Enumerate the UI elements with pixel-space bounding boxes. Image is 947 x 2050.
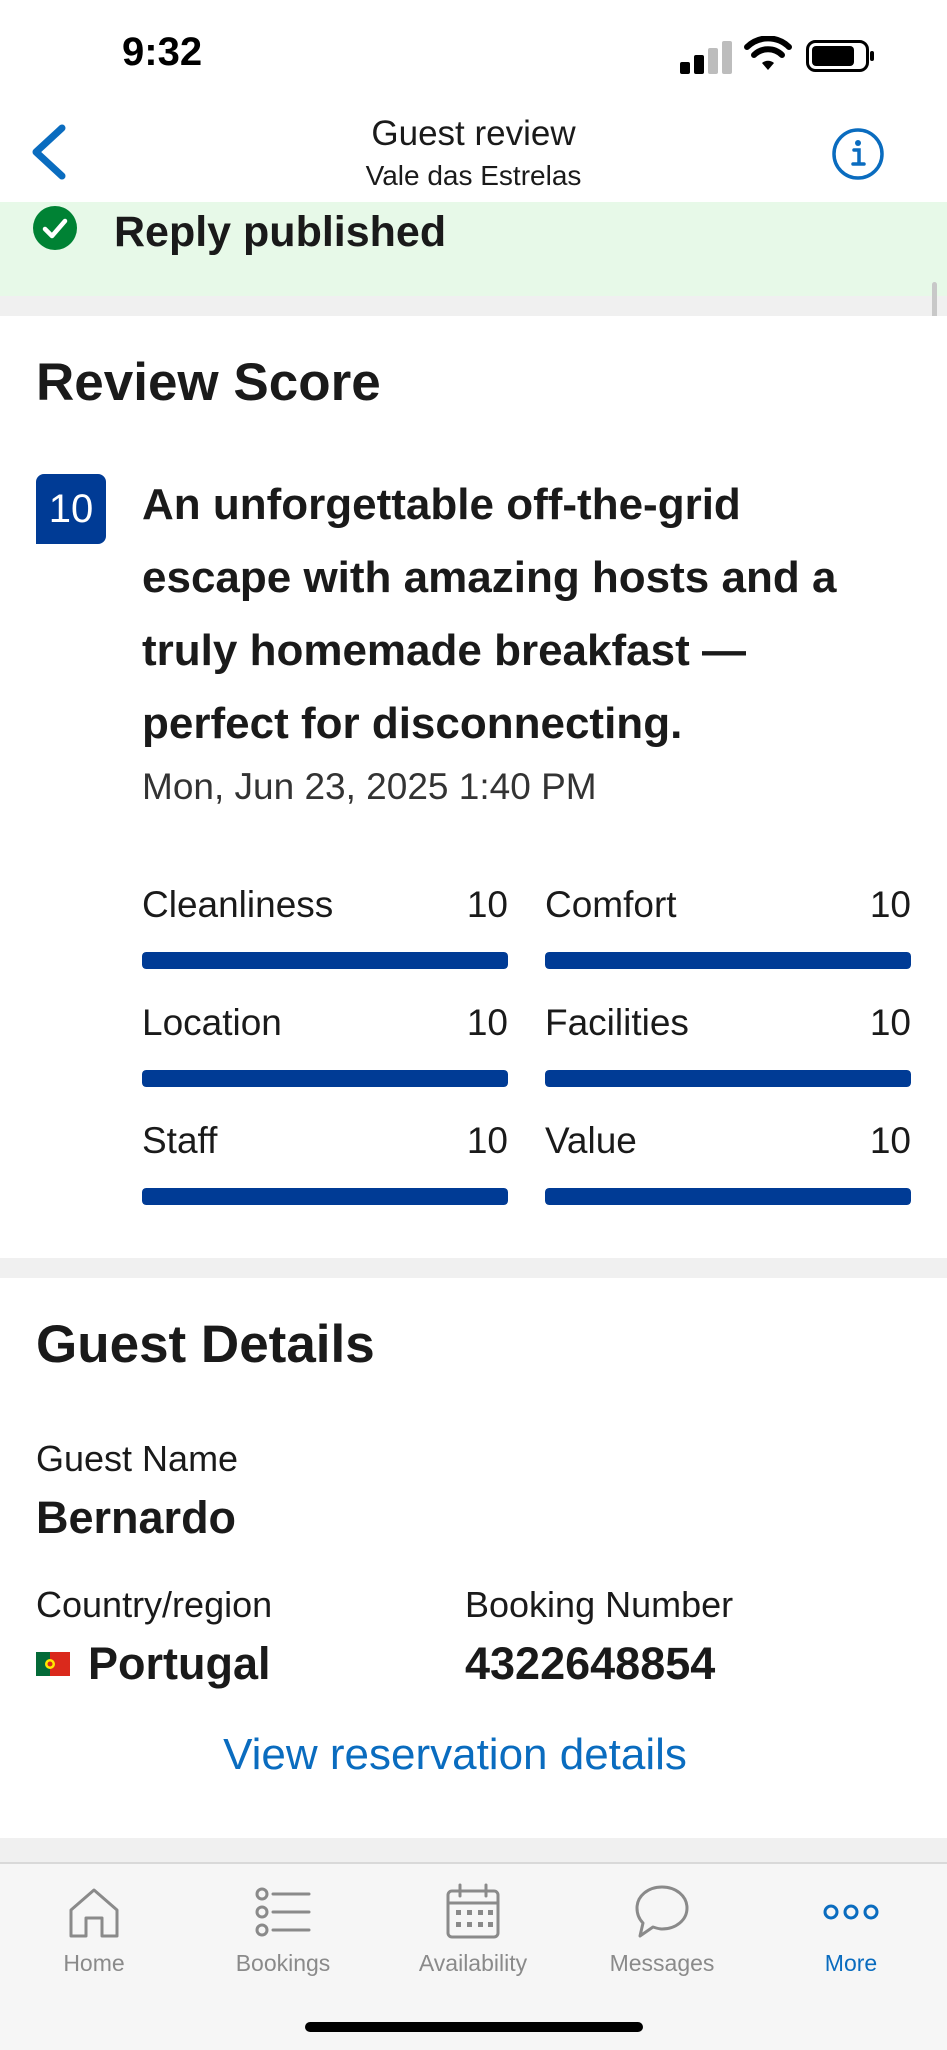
booking-number: 4322648854 <box>465 1638 716 1689</box>
booking-number-label: Booking Number <box>465 1584 734 1625</box>
view-reservation-details-link[interactable]: View reservation details <box>0 1730 910 1780</box>
score-badge: 10 <box>36 474 106 544</box>
reply-published-banner: Reply published <box>0 202 947 296</box>
subscore-label: Value <box>545 1120 637 1161</box>
subscore-label: Facilities <box>545 1002 689 1043</box>
subscore-label: Location <box>142 1002 282 1043</box>
wifi-icon <box>744 36 792 70</box>
guest-name: Bernardo <box>36 1492 237 1543</box>
subscore-value: 10 <box>466 1120 508 1161</box>
subscore-comfort: Comfort 10 <box>545 884 911 974</box>
subscore-value: 10 <box>869 884 911 925</box>
info-icon[interactable] <box>830 126 886 182</box>
subscore-bar-fill <box>142 952 508 969</box>
banner-message: Reply published <box>114 208 447 256</box>
more-dots-icon <box>823 1904 879 1920</box>
tab-label: Messages <box>609 1950 715 1976</box>
subscore-value: 10 <box>869 1120 911 1161</box>
subscore-bar <box>545 952 911 969</box>
subscore-bar <box>142 1070 508 1087</box>
status-bar: 9:32 <box>0 0 947 110</box>
subscore-location: Location 10 <box>142 1002 508 1092</box>
review-score-card: Review Score 10 An unforgettable off-the… <box>0 316 947 1258</box>
navigation-bar: Guest review Vale das Estrelas <box>0 110 947 202</box>
subscore-bar-fill <box>142 1070 508 1087</box>
subscore-bar-fill <box>545 1070 911 1087</box>
subscore-bar-fill <box>545 952 911 969</box>
tab-bar: Home Bookings Availability Messages More <box>0 1862 947 2050</box>
country-value: Portugal <box>88 1638 271 1689</box>
check-circle-icon <box>33 206 77 250</box>
subscore-bar <box>545 1188 911 1205</box>
section-title-review-score: Review Score <box>36 353 381 412</box>
status-time: 9:32 <box>122 30 203 74</box>
country-label: Country/region <box>36 1584 273 1625</box>
tab-availability[interactable]: Availability <box>388 1882 558 2002</box>
subscore-value: 10 <box>466 884 508 925</box>
tab-label: More <box>824 1950 878 1976</box>
subscore-value: 10 <box>869 1002 911 1043</box>
subscore-facilities: Facilities 10 <box>545 1002 911 1092</box>
subscore-bar-fill <box>545 1188 911 1205</box>
subscore-bar <box>142 952 508 969</box>
subscore-cleanliness: Cleanliness 10 <box>142 884 508 974</box>
guest-name-label: Guest Name <box>36 1438 239 1479</box>
review-headline: An unforgettable off-the-grid escape wit… <box>142 480 837 748</box>
subscore-bar <box>142 1188 508 1205</box>
subscore-bar-fill <box>142 1188 508 1205</box>
property-name: Vale das Estrelas <box>365 160 582 191</box>
tab-messages[interactable]: Messages <box>577 1882 747 2002</box>
subscore-bar <box>545 1070 911 1087</box>
tab-label: Bookings <box>235 1950 331 1976</box>
subscore-label: Comfort <box>545 884 677 925</box>
tab-more[interactable]: More <box>766 1882 936 2002</box>
home-icon <box>69 1888 119 1938</box>
tab-bookings[interactable]: Bookings <box>198 1882 368 2002</box>
list-icon <box>255 1887 311 1937</box>
cellular-signal-icon <box>680 40 732 74</box>
guest-details-card: Guest Details Guest Name Bernardo Countr… <box>0 1278 947 1838</box>
tab-label: Home <box>63 1950 125 1976</box>
subscore-value-for-money: Value 10 <box>545 1120 911 1210</box>
tab-label: Availability <box>418 1950 528 1976</box>
battery-icon <box>806 40 874 72</box>
calendar-icon <box>446 1883 500 1939</box>
subscore-staff: Staff 10 <box>142 1120 508 1210</box>
page-title: Guest review <box>371 114 576 153</box>
portugal-flag-icon <box>36 1652 70 1676</box>
subscore-value: 10 <box>466 1002 508 1043</box>
home-indicator <box>305 2022 643 2032</box>
subscore-label: Staff <box>142 1120 218 1161</box>
chat-bubble-icon <box>635 1885 689 1938</box>
tab-home[interactable]: Home <box>9 1882 179 2002</box>
review-date: Mon, Jun 23, 2025 1:40 PM <box>142 766 597 807</box>
section-title-guest-details: Guest Details <box>36 1315 375 1374</box>
subscore-label: Cleanliness <box>142 884 334 925</box>
